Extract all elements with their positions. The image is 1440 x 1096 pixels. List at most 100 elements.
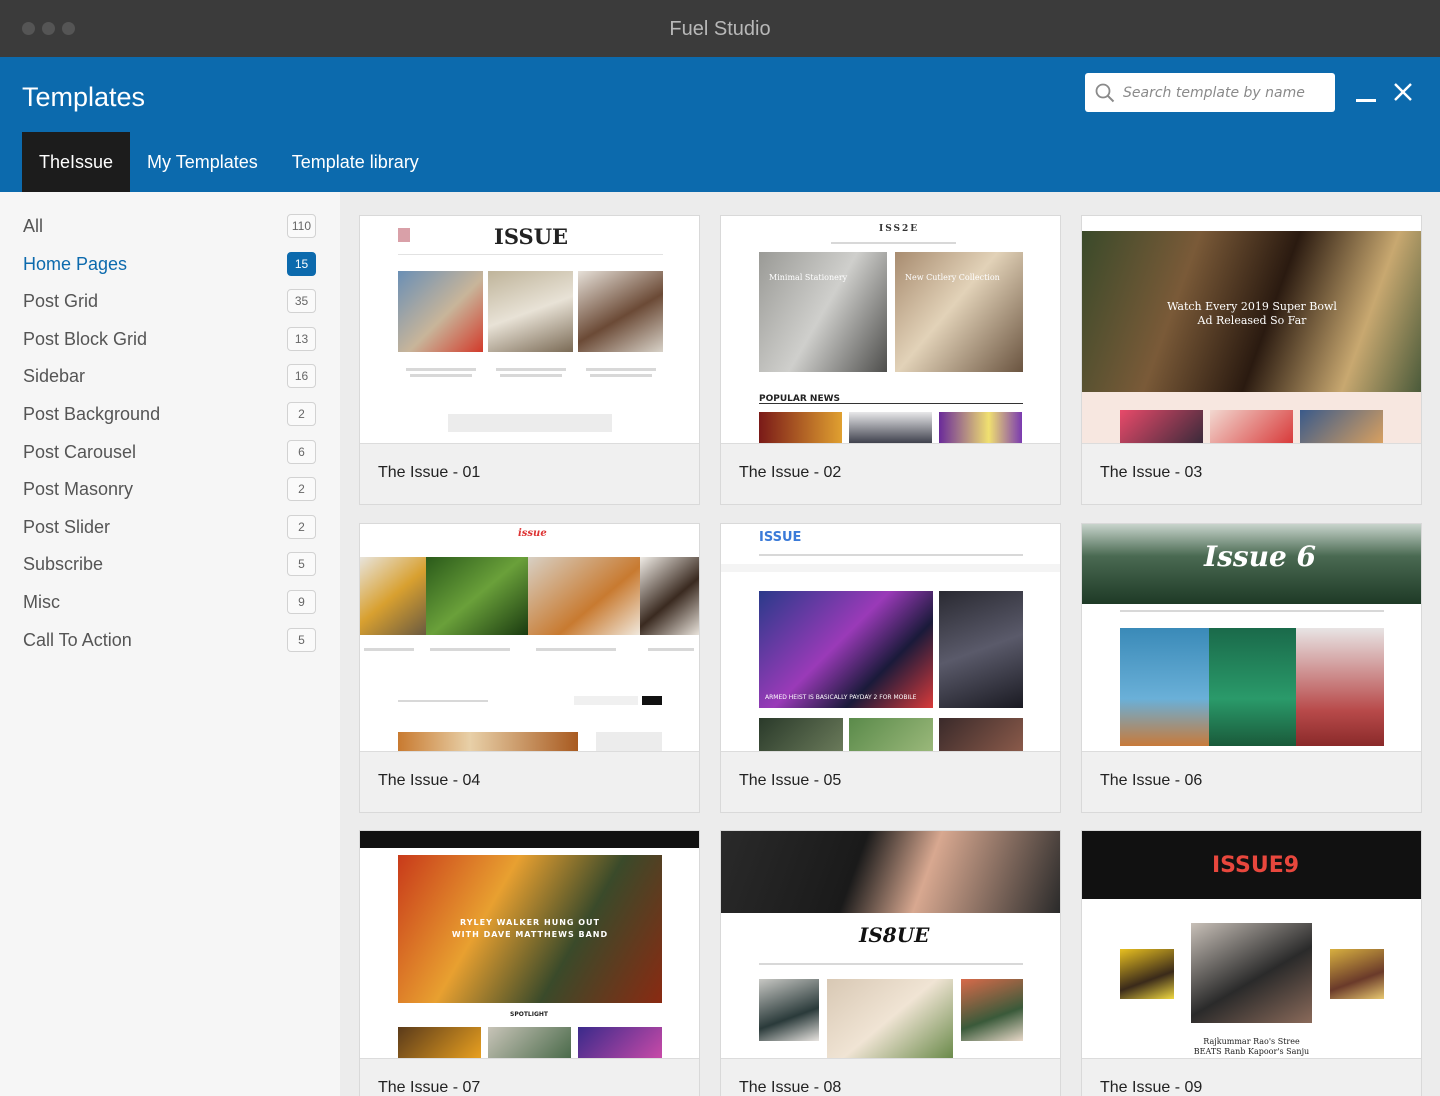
sidebar-item-post-masonry[interactable]: Post Masonry 2 xyxy=(0,472,340,510)
template-tabs: TheIssue My Templates Template library xyxy=(22,132,436,192)
templates-header: Templates TheIssue My Templates Template… xyxy=(0,57,1440,192)
template-thumbnail: Issue 6 xyxy=(1082,524,1421,751)
template-thumbnail: ISSUE ARMED HEIST IS BASICALLY PAYDAY 2 … xyxy=(721,524,1060,751)
page-title: Templates xyxy=(22,82,146,112)
template-logo: ISSUE xyxy=(494,224,569,249)
minimize-icon[interactable] xyxy=(1356,99,1376,102)
sidebar-item-label: Post Masonry xyxy=(23,479,134,499)
template-name: The Issue - 09 xyxy=(1100,1079,1203,1096)
caption: Minimal Stationery xyxy=(769,273,848,282)
caption: ARMED HEIST IS BASICALLY PAYDAY 2 FOR MO… xyxy=(765,694,917,701)
count-badge: 15 xyxy=(287,252,316,276)
sidebar-item-sidebar[interactable]: Sidebar 16 xyxy=(0,359,340,397)
card-footer: The Issue - 03 xyxy=(1082,443,1421,504)
template-thumbnail: ISSUE9 Rajkummar Rao's Stree BEATS Ranb … xyxy=(1082,831,1421,1058)
headline: Watch Every 2019 Super Bowl Ad Released … xyxy=(1167,300,1337,327)
template-card[interactable]: ISS2E Minimal Stationery New Cutlery Col… xyxy=(720,215,1061,505)
sidebar-item-label: Subscribe xyxy=(23,554,104,574)
count-badge: 110 xyxy=(286,214,316,238)
window-title: Fuel Studio xyxy=(669,18,771,40)
sidebar-item-all[interactable]: All 110 xyxy=(0,209,340,247)
category-sidebar: All 110 Home Pages 15 Post Grid 35 Post Blo… xyxy=(0,192,340,1096)
template-thumbnail: IS8UE xyxy=(721,831,1060,1058)
sidebar-item-call-to-action[interactable]: Call To Action 5 xyxy=(0,623,340,661)
count-badge: 5 xyxy=(287,628,316,652)
template-logo: ISSUE xyxy=(759,530,802,545)
count-badge: 2 xyxy=(287,402,316,426)
sidebar-item-post-block-grid[interactable]: Post Block Grid 13 xyxy=(0,322,340,360)
tab-template-library[interactable]: Template library xyxy=(275,132,436,192)
sidebar-item-misc[interactable]: Misc 9 xyxy=(0,585,340,623)
sidebar-item-label: Post Slider xyxy=(23,517,111,537)
template-name: The Issue - 03 xyxy=(1100,464,1203,481)
search-box[interactable] xyxy=(1085,73,1335,112)
sidebar-item-label: Post Block Grid xyxy=(23,329,148,349)
template-logo: IS8UE xyxy=(859,923,930,947)
count-badge: 16 xyxy=(287,364,316,388)
template-card[interactable]: ISSUE9 Rajkummar Rao's Stree BEATS Ranb … xyxy=(1081,830,1422,1096)
template-card[interactable]: ISSUE ARMED HEIST IS BASICALLY PAYDAY 2 … xyxy=(720,523,1061,813)
card-footer: The Issue - 05 xyxy=(721,751,1060,812)
template-card[interactable]: issue The Issue - 04 xyxy=(359,523,700,813)
sidebar-item-subscribe[interactable]: Subscribe 5 xyxy=(0,547,340,585)
template-name: The Issue - 08 xyxy=(739,1079,842,1096)
card-footer: The Issue - 08 xyxy=(721,1058,1060,1096)
count-badge: 9 xyxy=(287,590,316,614)
tab-my-templates[interactable]: My Templates xyxy=(130,132,275,192)
search-icon xyxy=(1095,83,1115,103)
template-card[interactable]: Issue 6 The Issue - 06 xyxy=(1081,523,1422,813)
template-card[interactable]: ISSUE The Issue - 01 xyxy=(359,215,700,505)
close-icon[interactable] xyxy=(1392,81,1414,103)
template-name: The Issue - 05 xyxy=(739,772,842,789)
template-logo: ISS2E xyxy=(879,224,920,234)
sidebar-item-post-grid[interactable]: Post Grid 35 xyxy=(0,284,340,322)
template-name: The Issue - 04 xyxy=(378,772,481,789)
template-name: The Issue - 07 xyxy=(378,1079,481,1096)
template-thumbnail: ISS2E Minimal Stationery New Cutlery Col… xyxy=(721,216,1060,443)
template-thumbnail: RYLEY WALKER HUNG OUT WITH DAVE MATTHEWS… xyxy=(360,831,699,1058)
caption: Rajkummar Rao's Stree BEATS Ranb Kapoor'… xyxy=(1193,1037,1310,1056)
caption: New Cutlery Collection xyxy=(905,273,1000,282)
template-thumbnail: ISSUE xyxy=(360,216,699,443)
count-badge: 35 xyxy=(287,289,316,313)
card-footer: The Issue - 01 xyxy=(360,443,699,504)
count-badge: 2 xyxy=(287,477,316,501)
template-logo: issue xyxy=(518,528,547,539)
card-footer: The Issue - 04 xyxy=(360,751,699,812)
sidebar-item-label: Post Grid xyxy=(23,291,99,311)
template-name: The Issue - 02 xyxy=(739,464,842,481)
template-name: The Issue - 01 xyxy=(378,464,481,481)
card-footer: The Issue - 02 xyxy=(721,443,1060,504)
sidebar-item-post-carousel[interactable]: Post Carousel 6 xyxy=(0,435,340,473)
sidebar-item-home-pages[interactable]: Home Pages 15 xyxy=(0,247,340,285)
template-logo: Issue 6 xyxy=(1204,540,1317,573)
count-badge: 2 xyxy=(287,515,316,539)
sidebar-item-label: Sidebar xyxy=(23,366,86,386)
count-badge: 13 xyxy=(287,327,316,351)
sidebar-item-label: Misc xyxy=(23,592,60,612)
sidebar-item-post-slider[interactable]: Post Slider 2 xyxy=(0,510,340,548)
headline: RYLEY WALKER HUNG OUT WITH DAVE MATTHEWS… xyxy=(451,918,609,939)
count-badge: 5 xyxy=(287,552,316,576)
template-thumbnail: Watch Every 2019 Super Bowl Ad Released … xyxy=(1082,216,1421,443)
card-footer: The Issue - 09 xyxy=(1082,1058,1421,1096)
tab-theissue[interactable]: TheIssue xyxy=(22,132,131,192)
template-card[interactable]: Watch Every 2019 Super Bowl Ad Released … xyxy=(1081,215,1422,505)
sidebar-item-label: Call To Action xyxy=(23,630,132,650)
sidebar-item-label: Post Background xyxy=(23,404,161,424)
template-card[interactable]: IS8UE The Issue - 08 xyxy=(720,830,1061,1096)
template-card[interactable]: RYLEY WALKER HUNG OUT WITH DAVE MATTHEWS… xyxy=(359,830,700,1096)
window-titlebar: Fuel Studio xyxy=(0,0,1440,57)
count-badge: 6 xyxy=(287,440,316,464)
search-input[interactable] xyxy=(1123,73,1328,112)
card-footer: The Issue - 06 xyxy=(1082,751,1421,812)
section-heading: SPOTLIGHT xyxy=(510,1011,549,1018)
sidebar-item-post-background[interactable]: Post Background 2 xyxy=(0,397,340,435)
sidebar-item-label: Home Pages xyxy=(23,254,128,274)
sidebar-item-label: All xyxy=(23,216,44,236)
template-logo: ISSUE9 xyxy=(1212,853,1300,878)
template-name: The Issue - 06 xyxy=(1100,772,1203,789)
template-thumbnail: issue xyxy=(360,524,699,751)
card-footer: The Issue - 07 xyxy=(360,1058,699,1096)
sidebar-item-label: Post Carousel xyxy=(23,442,137,462)
